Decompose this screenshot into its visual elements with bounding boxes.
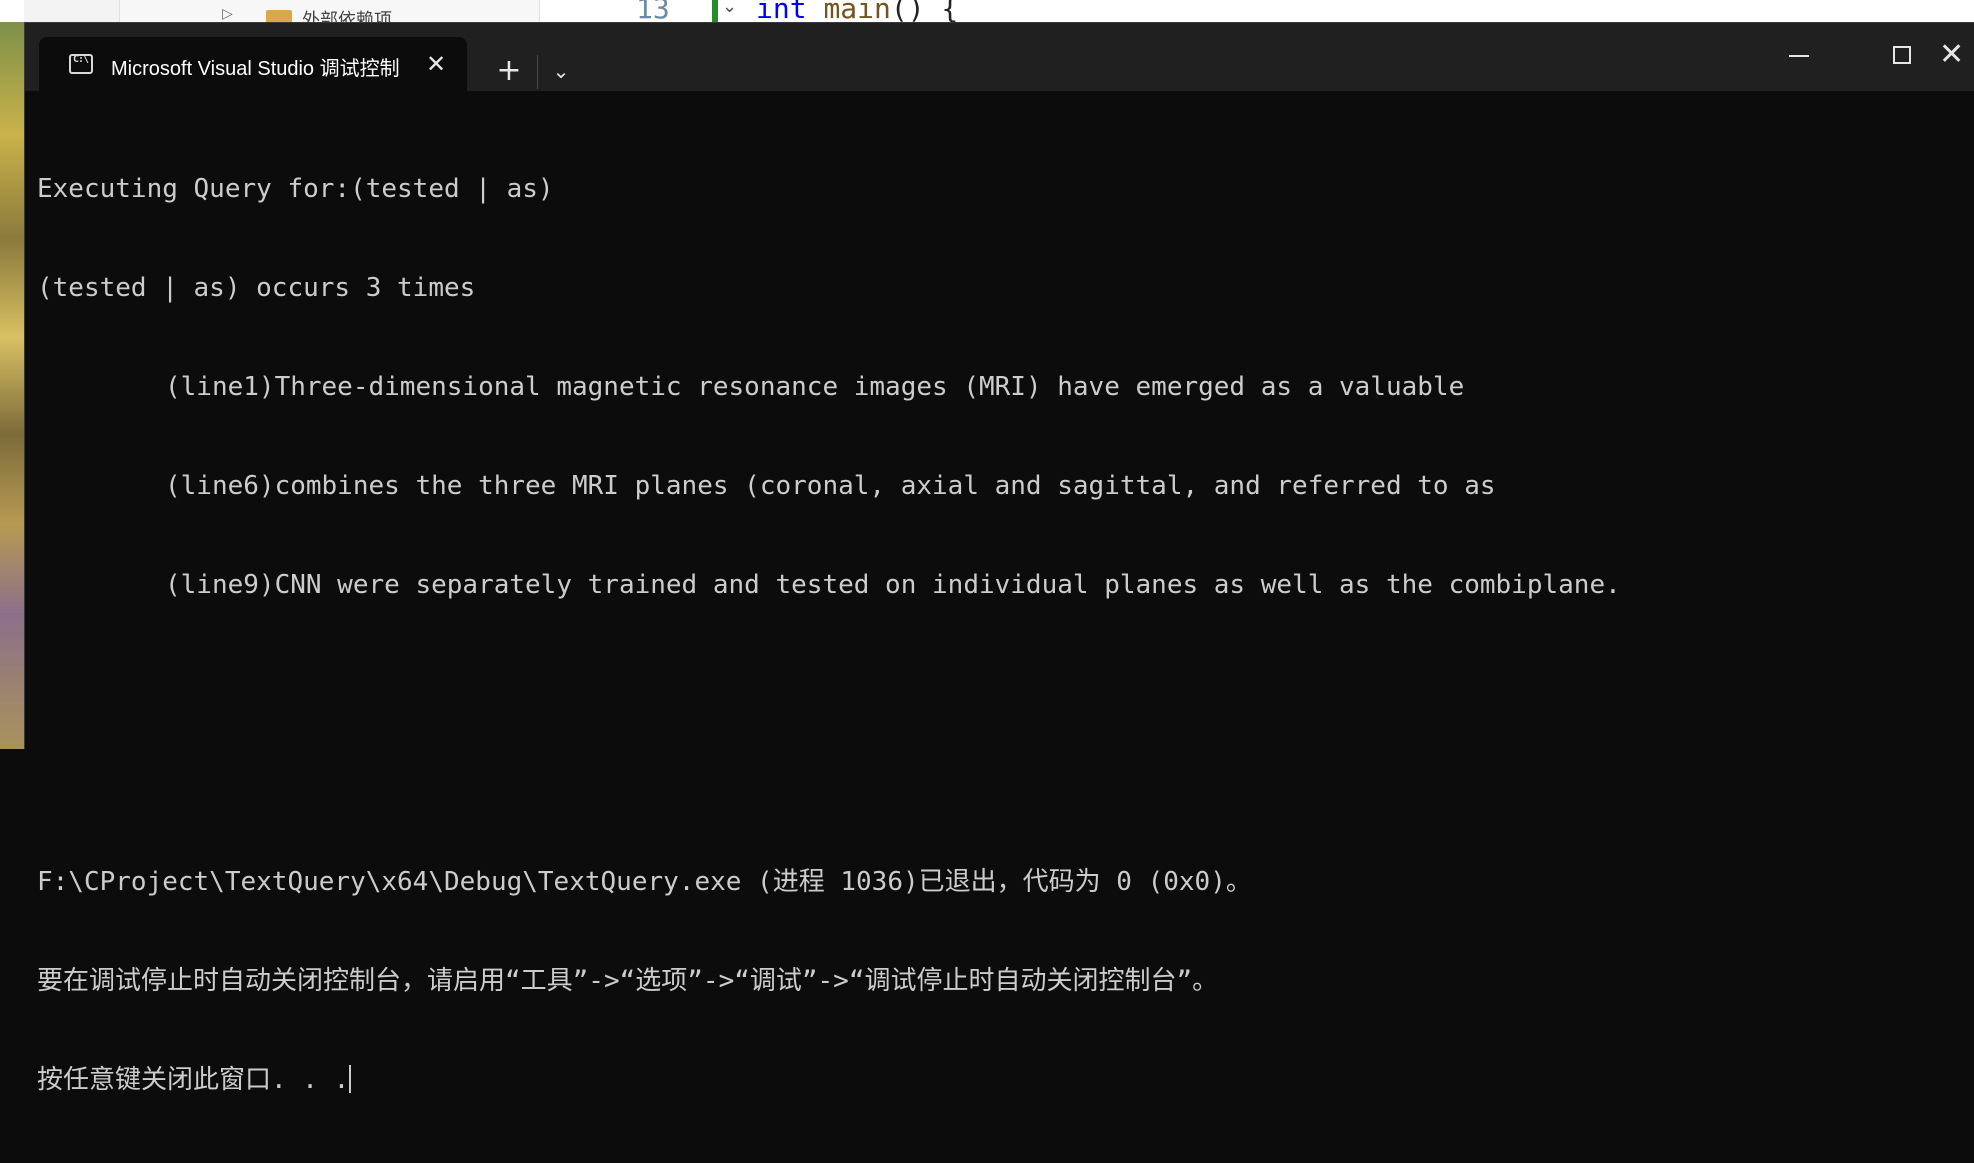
code-line-number: 13 [636, 0, 670, 22]
code-function: main [823, 0, 891, 22]
terminal-window: C:\ Microsoft Visual Studio 调试控制台 ✕ + ⌄ … [24, 22, 1974, 1095]
hint-line: 要在调试停止时自动关闭控制台，请启用“工具”->“选项”->“调试”->“调试停… [37, 966, 1219, 996]
match-line: (line9)CNN were separately trained and t… [165, 570, 1621, 600]
tab-title: Microsoft Visual Studio 调试控制台 [111, 58, 401, 80]
tab-close-icon[interactable]: ✕ [421, 49, 451, 79]
desktop-wallpaper [0, 0, 24, 749]
console-icon: C:\ [69, 54, 93, 74]
text-cursor [349, 1065, 352, 1093]
tab-debug-console[interactable]: C:\ Microsoft Visual Studio 调试控制台 ✕ [39, 37, 467, 91]
console-icon-glyph: C:\ [73, 54, 89, 65]
fold-chevron-icon: ⌄ [722, 0, 738, 17]
query-line: Executing Query for:(tested | as) [37, 174, 554, 204]
title-bar: C:\ Microsoft Visual Studio 调试控制台 ✕ + ⌄ … [25, 23, 1974, 91]
tree-item-external-deps: 外部依赖项 [302, 10, 392, 22]
change-marker [712, 0, 718, 22]
code-line: int main() { [756, 0, 958, 22]
background-panel [24, 0, 120, 22]
exit-line: F:\CProject\TextQuery\x64\Debug\TextQuer… [37, 867, 1252, 897]
tab-divider [537, 55, 538, 89]
result-line: (tested | as) occurs 3 times [37, 273, 476, 303]
new-tab-button[interactable]: + [491, 53, 527, 89]
press-key-line: 按任意键关闭此窗口. . . [37, 1064, 1957, 1097]
match-line: (line6)combines the three MRI planes (co… [165, 471, 1496, 501]
console-output[interactable]: Executing Query for:(tested | as) (teste… [37, 107, 1957, 1163]
minimize-button[interactable] [1775, 35, 1823, 75]
close-window-button[interactable]: ✕ [1925, 35, 1973, 75]
maximize-button[interactable] [1877, 35, 1925, 75]
tree-expand-icon: ▷ [222, 6, 233, 22]
code-rest: () { [890, 0, 959, 22]
folder-icon [266, 10, 292, 22]
minimize-icon [1789, 55, 1809, 57]
code-keyword: int [756, 0, 807, 22]
maximize-icon [1893, 46, 1911, 64]
chevron-down-icon[interactable]: ⌄ [543, 53, 579, 89]
background-editor: ▷ 外部依赖项 13 ⌄ int main() { [0, 0, 1974, 22]
match-line: (line1)Three-dimensional magnetic resona… [165, 372, 1465, 402]
close-icon: ✕ [1939, 37, 1965, 72]
press-key-text: 按任意键关闭此窗口. . . [37, 1065, 350, 1095]
